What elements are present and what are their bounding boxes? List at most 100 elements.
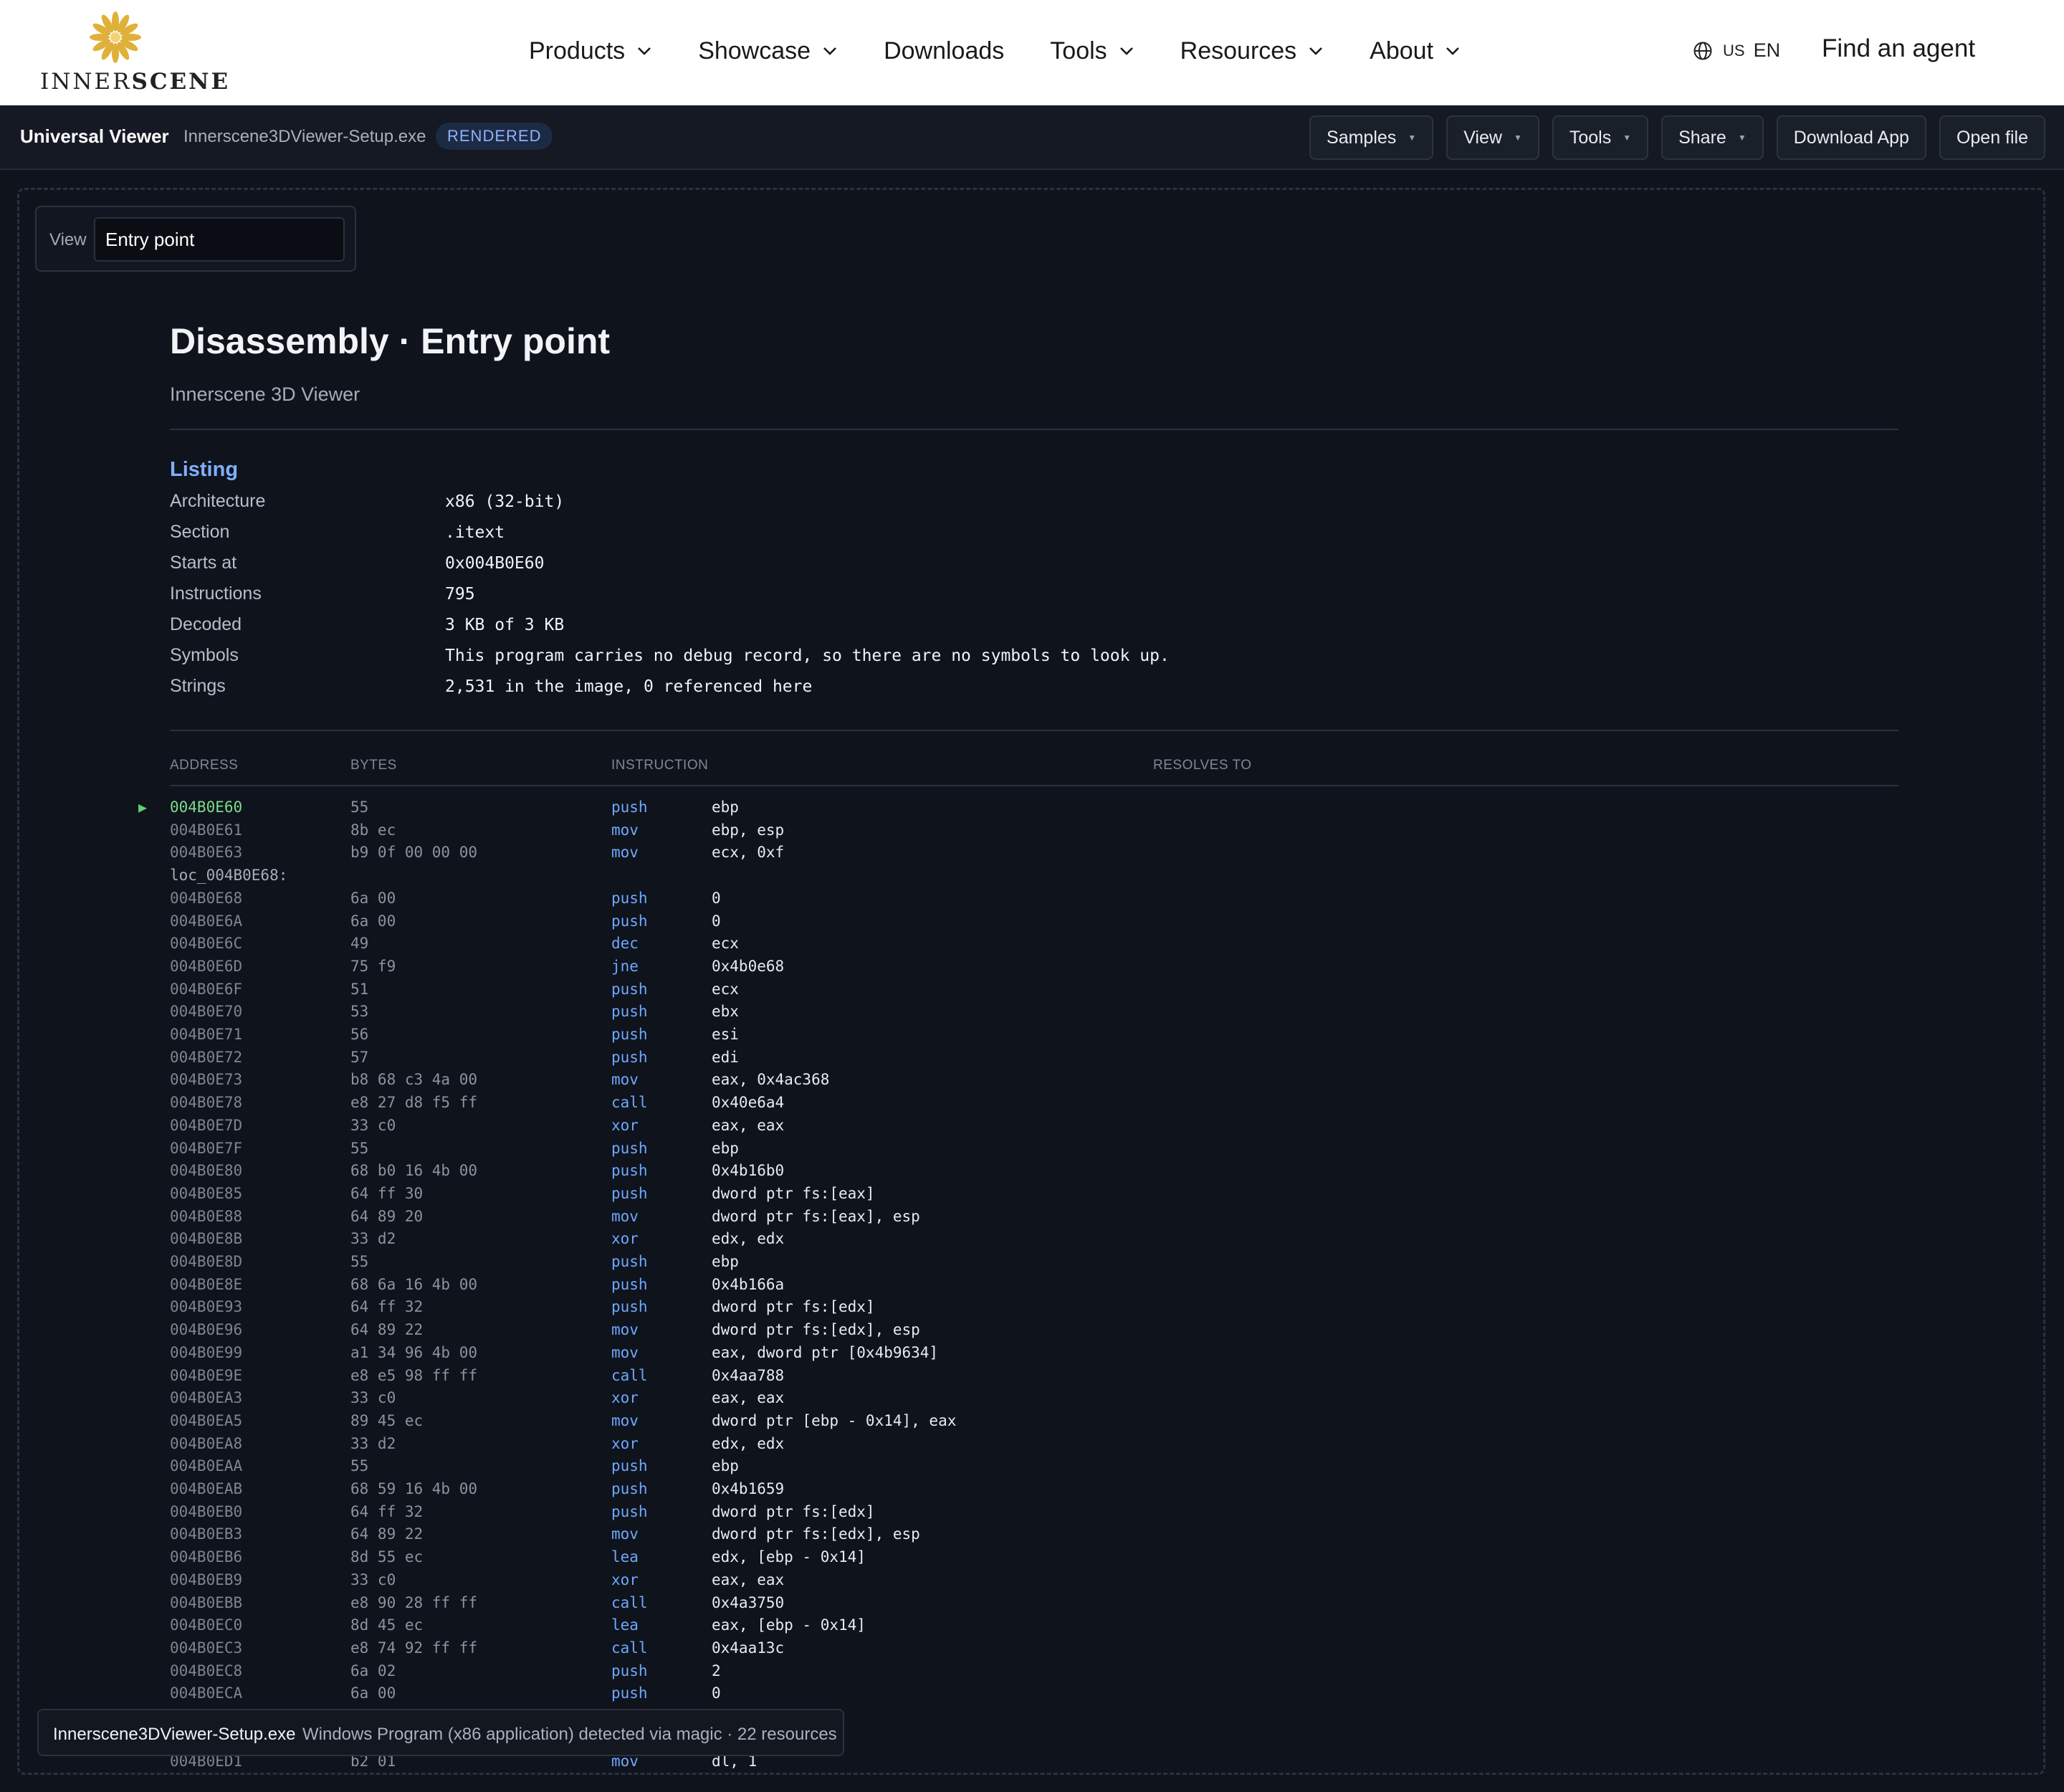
instruction-row[interactable]: 004B0E68 6a 00 push 0 [170, 887, 1898, 910]
instruction-address: 004B0E96 [170, 1321, 243, 1339]
instruction-row[interactable]: 004B0EB6 8d 55 ec lea edx, [ebp - 0x14] [170, 1546, 1898, 1569]
code-label-row[interactable]: loc_004B0E68: [170, 864, 1898, 887]
instruction-row[interactable]: 004B0EB0 64 ff 32 push dword ptr fs:[edx] [170, 1501, 1898, 1524]
instruction-row[interactable]: 004B0EA8 33 d2 xor edx, edx [170, 1433, 1898, 1456]
instruction-operands: 0 [712, 912, 721, 930]
instruction-address: 004B0E6F [170, 980, 243, 998]
view-menu-button[interactable]: View ▼ [1446, 115, 1539, 160]
open-file-button-label: Open file [1956, 127, 2028, 148]
instruction-bytes: b9 0f 00 00 00 [350, 844, 478, 862]
instruction-address: 004B0E93 [170, 1298, 243, 1316]
share-button[interactable]: Share ▼ [1661, 115, 1764, 160]
toast-filename: Innerscene3DViewer-Setup.exe [53, 1725, 296, 1744]
tools-menu-button[interactable]: Tools ▼ [1552, 115, 1649, 160]
instruction-bytes: 56 [350, 1026, 369, 1043]
globe-icon [1693, 42, 1712, 59]
instruction-mnemonic: dec [611, 935, 639, 953]
instruction-row[interactable]: 004B0E7D 33 c0 xor eax, eax [170, 1115, 1898, 1138]
instruction-row[interactable]: 004B0E6F 51 push ecx [170, 978, 1898, 1001]
instruction-row[interactable]: 004B0E6A 6a 00 push 0 [170, 910, 1898, 933]
view-select[interactable]: Entry point [94, 217, 345, 262]
instruction-operands: 0 [712, 1684, 721, 1702]
instruction-row[interactable]: 004B0EAB 68 59 16 4b 00 push 0x4b1659 [170, 1478, 1898, 1501]
meta-value: This program carries no debug record, so… [445, 647, 1170, 665]
instruction-operands: esi [712, 1026, 739, 1043]
instruction-bytes: 64 89 20 [350, 1207, 424, 1225]
instruction-row[interactable]: 004B0EAA 55 push ebp [170, 1455, 1898, 1478]
instruction-row[interactable]: 004B0E7F 55 push ebp [170, 1138, 1898, 1160]
nav-about[interactable]: About [1370, 37, 1461, 65]
instruction-row[interactable]: 004B0EB9 33 c0 xor eax, eax [170, 1569, 1898, 1592]
instruction-operands: dword ptr fs:[edx], esp [712, 1321, 920, 1339]
instruction-row[interactable]: 004B0E8B 33 d2 xor edx, edx [170, 1228, 1898, 1251]
instruction-row[interactable]: 004B0E6D 75 f9 jne 0x4b0e68 [170, 955, 1898, 978]
instruction-mnemonic: mov [611, 1207, 639, 1225]
nav-showcase[interactable]: Showcase [698, 37, 838, 65]
instruction-row[interactable]: 004B0E80 68 b0 16 4b 00 push 0x4b16b0 [170, 1160, 1898, 1183]
innerscene-logo[interactable]: INNERSCENE [40, 9, 228, 97]
instruction-row[interactable]: 004B0EBB e8 90 28 ff ff call 0x4a3750 [170, 1592, 1898, 1615]
instruction-row[interactable]: 004B0E85 64 ff 30 push dword ptr fs:[eax] [170, 1183, 1898, 1206]
main-nav: Products Showcase Downloads Tools Resour… [529, 33, 1506, 69]
instruction-address: 004B0E70 [170, 1003, 243, 1021]
meta-key: Section [170, 522, 230, 542]
instruction-row[interactable]: 004B0EC3 e8 74 92 ff ff call 0x4aa13c [170, 1637, 1898, 1660]
instruction-row[interactable]: 004B0EB3 64 89 22 mov dword ptr fs:[edx], e… [170, 1523, 1898, 1546]
instruction-address: 004B0EC8 [170, 1662, 243, 1679]
instruction-row[interactable]: 004B0E8E 68 6a 16 4b 00 push 0x4b166a [170, 1274, 1898, 1297]
instruction-row[interactable]: 004B0E99 a1 34 96 4b 00 mov eax, dword ptr … [170, 1342, 1898, 1365]
instruction-operands: 0 [712, 889, 721, 907]
meta-key: Decoded [170, 614, 242, 634]
instruction-operands: edx, [ebp - 0x14] [712, 1548, 866, 1566]
instruction-row[interactable]: 004B0EC0 8d 45 ec lea eax, [ebp - 0x14] [170, 1614, 1898, 1637]
instruction-bytes: 6a 00 [350, 912, 396, 930]
instruction-row[interactable]: 004B0EA5 89 45 ec mov dword ptr [ebp - 0x14… [170, 1410, 1898, 1433]
viewer-frame: View Entry point Disassembly · Entry poi… [17, 188, 2045, 1775]
instruction-row[interactable]: 004B0E78 e8 27 d8 f5 ff call 0x40e6a4 [170, 1092, 1898, 1115]
instruction-mnemonic: push [611, 1139, 648, 1157]
instruction-row[interactable]: 004B0E63 b9 0f 00 00 00 mov ecx, 0xf [170, 842, 1898, 864]
instruction-row[interactable]: 004B0E70 53 push ebx [170, 1001, 1898, 1024]
nav-downloads[interactable]: Downloads [884, 37, 1004, 65]
instruction-row[interactable]: 004B0EC8 6a 02 push 2 [170, 1660, 1898, 1683]
instruction-row[interactable]: 004B0E8D 55 push ebp [170, 1251, 1898, 1274]
instruction-mnemonic: call [611, 1366, 648, 1384]
toast-message: Windows Program (x86 application) detect… [302, 1725, 837, 1744]
open-file-button[interactable]: Open file [1939, 115, 2045, 160]
instruction-row[interactable]: 004B0E9E e8 e5 98 ff ff call 0x4aa788 [170, 1365, 1898, 1388]
instruction-address: 004B0E7D [170, 1116, 243, 1134]
instruction-row[interactable]: 004B0E72 57 push edi [170, 1047, 1898, 1069]
download-app-button[interactable]: Download App [1776, 115, 1926, 160]
chevron-down-icon [638, 47, 651, 55]
instruction-operands: ebp [712, 799, 739, 816]
instruction-mnemonic: push [611, 1457, 648, 1475]
instruction-row[interactable]: 004B0E6C 49 dec ecx [170, 933, 1898, 955]
instruction-bytes: 64 ff 32 [350, 1502, 424, 1520]
view-menu-button-label: View [1463, 127, 1502, 148]
instruction-mnemonic: push [611, 799, 648, 816]
nav-tools[interactable]: Tools [1050, 37, 1134, 65]
instruction-row[interactable]: 004B0E88 64 89 20 mov dword ptr fs:[eax], e… [170, 1206, 1898, 1229]
language-selector[interactable]: US EN [1693, 39, 1780, 62]
meta-key: Starts at [170, 553, 237, 573]
instruction-row[interactable]: 004B0E96 64 89 22 mov dword ptr fs:[edx], e… [170, 1319, 1898, 1342]
instruction-row[interactable]: 004B0E71 56 push esi [170, 1024, 1898, 1047]
instruction-mnemonic: push [611, 1048, 648, 1066]
instruction-row[interactable]: 004B0ECA 6a 00 push 0 [170, 1682, 1898, 1705]
instruction-operands: 0x4b166a [712, 1275, 785, 1293]
instruction-row[interactable]: ▶ 004B0E60 55 push ebp [138, 796, 1898, 819]
view-selector-panel: View Entry point [35, 206, 356, 272]
instruction-address: 004B0EA5 [170, 1411, 243, 1429]
instruction-row[interactable]: 004B0E61 8b ec mov ebp, esp [170, 819, 1898, 842]
status-badge: RENDERED [436, 123, 553, 150]
nav-resources[interactable]: Resources [1180, 37, 1324, 65]
samples-button[interactable]: Samples ▼ [1309, 115, 1434, 160]
find-agent-link[interactable]: Find an agent [1822, 34, 1975, 63]
nav-downloads-label: Downloads [884, 37, 1005, 65]
instruction-row[interactable]: 004B0EA3 33 c0 xor eax, eax [170, 1387, 1898, 1410]
instruction-address: 004B0EC0 [170, 1616, 243, 1634]
instruction-row[interactable]: 004B0E73 b8 68 c3 4a 00 mov eax, 0x4ac368 [170, 1069, 1898, 1092]
nav-products[interactable]: Products [529, 37, 652, 65]
instruction-address: 004B0E68 [170, 889, 243, 907]
instruction-row[interactable]: 004B0E93 64 ff 32 push dword ptr fs:[edx] [170, 1296, 1898, 1319]
